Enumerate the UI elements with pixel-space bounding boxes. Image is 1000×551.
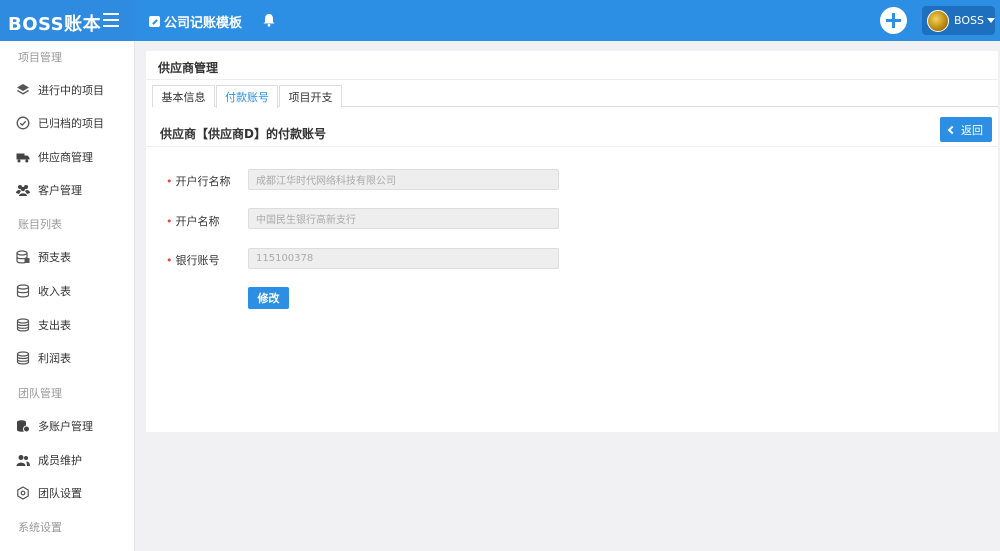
account-name-label-text: 开户名称 xyxy=(175,215,220,228)
divider xyxy=(146,79,998,80)
back-button[interactable]: 返回 xyxy=(940,117,992,142)
sidebar-section-system: 系统设置 xyxy=(18,521,62,534)
database-icon xyxy=(16,284,30,298)
sidebar-item-multi-accounts[interactable]: 多账户管理 xyxy=(0,411,135,441)
menu-toggle-icon[interactable] xyxy=(103,13,119,27)
caret-down-icon xyxy=(986,18,995,23)
brand-area: BOSS账本 xyxy=(0,0,135,41)
account-coins-icon xyxy=(16,419,30,433)
sidebar-item-expense[interactable]: 支出表 xyxy=(0,310,135,340)
sidebar-item-archived-projects[interactable]: 已归档的项目 xyxy=(0,108,135,138)
sidebar-item-label: 成员维护 xyxy=(38,454,82,467)
edit-button[interactable]: 修改 xyxy=(248,287,289,309)
top-bar: BOSS账本 公司记账模板 BOSS xyxy=(0,0,1000,41)
avatar xyxy=(927,9,949,32)
sidebar-section-project: 项目管理 xyxy=(18,51,62,64)
account-name-label: • 开户名称 xyxy=(166,213,220,229)
tab-basic-info[interactable]: 基本信息 xyxy=(152,85,215,107)
edit-icon xyxy=(149,16,160,27)
sidebar-item-label: 收入表 xyxy=(38,285,71,298)
sidebar-section-accounts: 账目列表 xyxy=(18,218,62,231)
tab-project-expense[interactable]: 项目开支 xyxy=(279,85,342,107)
sidebar-item-members[interactable]: 成员维护 xyxy=(0,445,135,475)
sidebar-item-label: 客户管理 xyxy=(38,184,82,197)
sidebar-item-team-settings[interactable]: 团队设置 xyxy=(0,478,135,508)
sidebar-item-label: 进行中的项目 xyxy=(38,84,104,97)
database-icon xyxy=(16,250,30,264)
members-icon xyxy=(16,453,30,467)
sidebar-item-suppliers[interactable]: 供应商管理 xyxy=(0,142,135,172)
required-mark: • xyxy=(166,254,173,267)
tab-payment-account[interactable]: 付款账号 xyxy=(216,85,278,108)
sidebar-item-customers[interactable]: 客户管理 xyxy=(0,175,135,205)
sidebar-item-active-projects[interactable]: 进行中的项目 xyxy=(0,75,135,105)
divider xyxy=(146,146,998,147)
sidebar-item-advance[interactable]: 预支表 xyxy=(0,242,135,272)
sidebar-item-label: 供应商管理 xyxy=(38,151,93,164)
layers-icon xyxy=(16,83,30,97)
user-name: BOSS xyxy=(954,14,984,27)
required-mark: • xyxy=(166,215,173,228)
back-button-label: 返回 xyxy=(961,123,983,137)
sidebar-item-income[interactable]: 收入表 xyxy=(0,276,135,306)
template-link[interactable]: 公司记账模板 xyxy=(149,12,242,31)
sidebar-item-label: 多账户管理 xyxy=(38,420,93,433)
section-title: 供应商【供应商D】的付款账号 xyxy=(160,127,326,141)
database-icon xyxy=(16,318,30,332)
template-link-label: 公司记账模板 xyxy=(164,16,243,31)
database-icon xyxy=(16,351,30,365)
account-number-label: • 银行账号 xyxy=(166,252,220,268)
check-circle-icon xyxy=(16,116,30,130)
bank-name-input[interactable] xyxy=(248,169,559,190)
bank-name-label-text: 开户行名称 xyxy=(175,175,231,188)
sidebar-item-label: 已归档的项目 xyxy=(38,117,104,130)
sidebar-item-label: 支出表 xyxy=(38,319,71,332)
settings-hexagon-icon xyxy=(16,486,30,500)
account-number-label-text: 银行账号 xyxy=(175,254,220,267)
sidebar-section-team: 团队管理 xyxy=(18,387,62,400)
page-title: 供应商管理 xyxy=(158,61,219,75)
users-icon xyxy=(16,183,30,197)
brand-logo[interactable]: BOSS账本 xyxy=(8,10,101,36)
sidebar-item-label: 团队设置 xyxy=(38,487,82,500)
bank-name-label: • 开户行名称 xyxy=(166,173,231,189)
account-name-input[interactable] xyxy=(248,208,559,229)
account-number-input[interactable] xyxy=(248,248,559,269)
add-button[interactable] xyxy=(880,7,907,34)
bell-icon[interactable] xyxy=(263,13,275,27)
sidebar-item-label: 利润表 xyxy=(38,352,71,365)
sidebar-item-profit[interactable]: 利润表 xyxy=(0,343,135,373)
supplier-panel: 供应商管理 基本信息 付款账号 项目开支 供应商【供应商D】的付款账号 返回 •… xyxy=(146,51,998,432)
truck-icon xyxy=(16,150,30,164)
sidebar: 项目管理 进行中的项目 已归档的项目 供应商管理 客户管理 账目列表 预支表 收… xyxy=(0,41,135,551)
chevron-left-icon xyxy=(947,125,957,134)
required-mark: • xyxy=(166,175,173,188)
sidebar-item-label: 预支表 xyxy=(38,251,71,264)
user-menu[interactable]: BOSS xyxy=(922,6,995,35)
